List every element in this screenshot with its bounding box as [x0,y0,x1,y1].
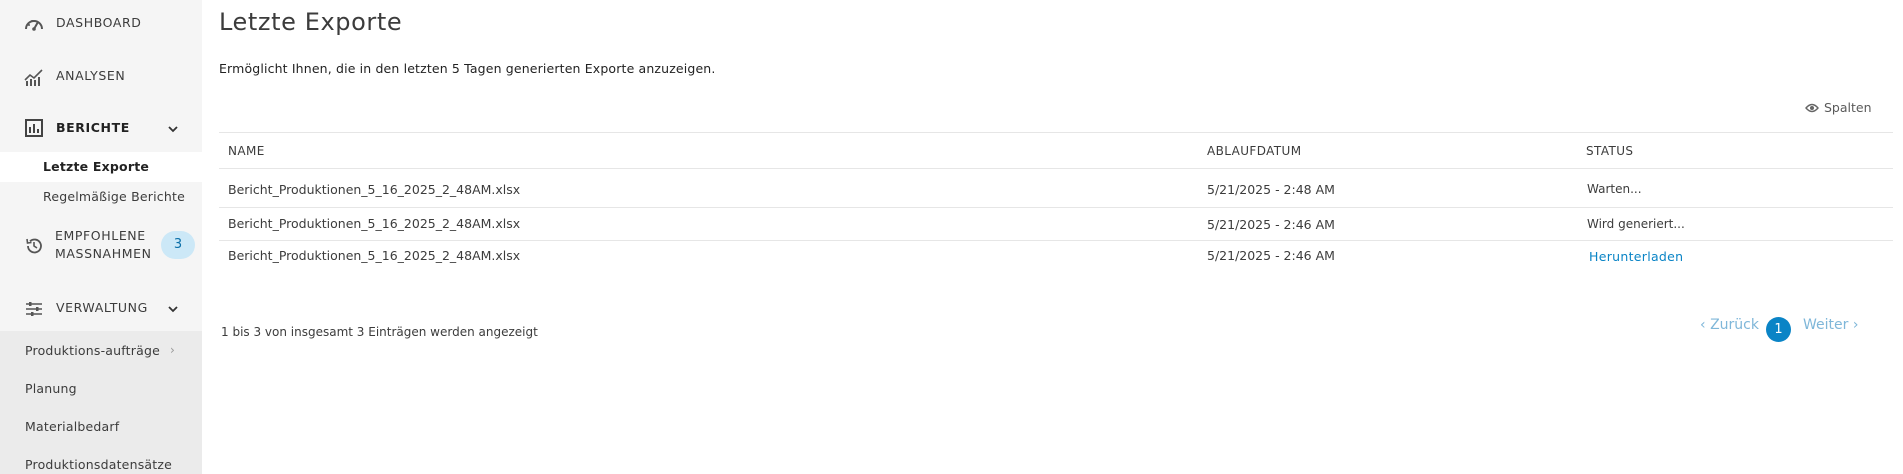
column-header-name[interactable]: NAME [228,144,265,158]
sidebar-item-produktionsdatensaetze[interactable]: Produktionsdatensätze [25,457,172,472]
columns-button-label: Spalten [1824,100,1872,115]
pagination-page-button[interactable]: 1 [1766,317,1791,342]
divider [219,132,1893,133]
pagination-next-label: Weiter [1803,317,1849,333]
page-title: Letzte Exporte [219,8,403,36]
dashboard-gauge-icon [24,14,44,34]
nav-dashboard-label: DASHBOARD [56,15,142,30]
download-link[interactable]: Herunterladen [1589,249,1683,264]
divider [219,207,1893,208]
sidebar-item-planung[interactable]: Planung [25,381,77,396]
nav-berichte[interactable]: BERICHTE [0,116,202,140]
nav-verwaltung-label: VERWALTUNG [56,300,148,315]
sliders-icon [24,299,44,319]
nav-empfohlene-label-1: EMPFOHLENE [55,228,146,243]
count-badge: 3 [161,231,195,259]
history-icon [24,236,44,256]
sidebar-item-label: Letzte Exporte [43,159,150,174]
expiry-date: 5/21/2025 - 2:46 AM [1207,217,1335,232]
chevron-right-icon: › [1852,317,1859,333]
expiry-date: 5/21/2025 - 2:48 AM [1207,182,1335,197]
chevron-down-icon[interactable] [166,121,180,135]
reports-icon [24,118,44,138]
column-header-status[interactable]: STATUS [1586,144,1633,158]
column-header-ablaufdatum[interactable]: ABLAUFDATUM [1207,144,1301,158]
sidebar-item-materialbedarf[interactable]: Materialbedarf [25,419,119,434]
sidebar: DASHBOARD ANALYSEN BERICHTE Letzte Expor… [0,0,202,474]
nav-dashboard[interactable]: DASHBOARD [0,12,202,36]
nav-analysen-label: ANALYSEN [56,68,126,83]
page-description: Ermöglicht Ihnen, die in den letzten 5 T… [219,61,716,76]
chevron-left-icon: ‹ [1700,317,1706,333]
pagination-prev-button[interactable]: ‹ Zurück [1700,317,1759,333]
file-name: Bericht_Produktionen_5_16_2025_2_48AM.xl… [228,248,521,263]
eye-icon [1805,103,1819,112]
sidebar-item-label: Produktions-aufträge [25,343,160,358]
entries-info: 1 bis 3 von insgesamt 3 Einträgen werden… [221,325,538,339]
status-text: Wird generiert... [1587,217,1685,231]
expiry-date: 5/21/2025 - 2:46 AM [1207,248,1335,263]
chevron-right-icon: › [170,343,175,357]
nav-berichte-label: BERICHTE [56,120,130,135]
analytics-chart-icon [24,67,44,87]
file-name: Bericht_Produktionen_5_16_2025_2_48AM.xl… [228,182,521,197]
chevron-down-icon[interactable] [166,301,180,315]
nav-analysen[interactable]: ANALYSEN [0,64,202,88]
pagination-next-button[interactable]: Weiter › [1803,317,1858,333]
nav-empfohlene-label-2: MASSNAHMEN [55,246,152,261]
sidebar-item-produktionsauftraege[interactable]: Produktions-aufträge › [25,343,175,358]
columns-button[interactable]: Spalten [1805,100,1872,115]
sidebar-item-regelmaessige-berichte[interactable]: Regelmäßige Berichte [0,182,202,212]
nav-verwaltung[interactable]: VERWALTUNG [0,296,202,320]
sidebar-item-label: Regelmäßige Berichte [43,189,185,204]
pagination-prev-label: Zurück [1710,317,1759,333]
divider [219,240,1893,241]
file-name: Bericht_Produktionen_5_16_2025_2_48AM.xl… [228,216,521,231]
sidebar-item-letzte-exporte[interactable]: Letzte Exporte [0,152,202,182]
divider [219,168,1893,169]
verwaltung-submenu: Produktions-aufträge › Planung Materialb… [0,331,202,474]
status-text: Warten... [1587,182,1642,196]
